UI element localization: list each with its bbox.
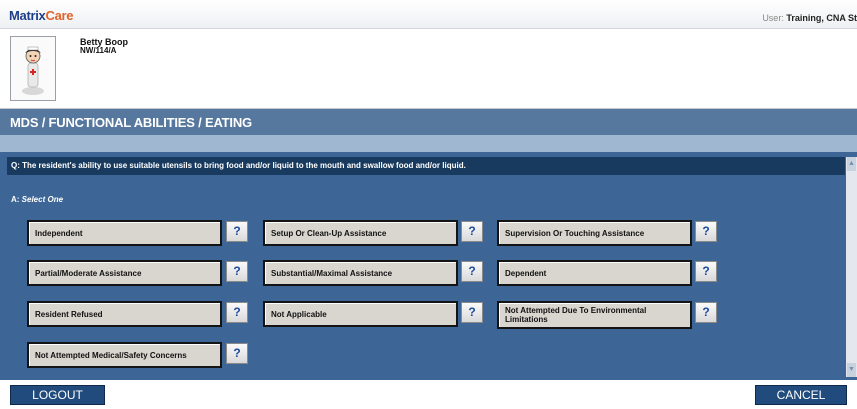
help-icon-not-applicable[interactable]: ? — [461, 302, 483, 323]
help-icon-independent[interactable]: ? — [226, 221, 248, 242]
option-not-applicable[interactable]: Not Applicable — [263, 301, 458, 327]
scroll-up-icon[interactable]: ▲ — [847, 157, 856, 171]
cancel-button[interactable]: CANCEL — [755, 385, 847, 405]
logout-button[interactable]: LOGOUT — [10, 385, 105, 405]
help-icon-setup-clean-up[interactable]: ? — [461, 221, 483, 242]
top-bar: MatrixCare User: Training, CNA St — [0, 0, 857, 29]
option-not-attempted-environmental[interactable]: Not Attempted Due To Environmental Limit… — [497, 301, 692, 329]
vertical-scrollbar[interactable]: ▲ ▼ — [846, 157, 857, 377]
question-text: Q: The resident's ability to use suitabl… — [7, 157, 845, 175]
user-name: Training, CNA St — [786, 13, 857, 23]
resident-header: Betty Boop NW/114/A — [0, 29, 857, 109]
help-icon-substantial-maximal[interactable]: ? — [461, 261, 483, 282]
help-icon-not-attempted-medical-safety[interactable]: ? — [226, 343, 248, 364]
help-icon-supervision[interactable]: ? — [695, 221, 717, 242]
option-resident-refused[interactable]: Resident Refused — [27, 301, 222, 327]
option-substantial-maximal[interactable]: Substantial/Maximal Assistance — [263, 260, 458, 286]
help-icon-partial-moderate[interactable]: ? — [226, 261, 248, 282]
option-independent[interactable]: Independent — [27, 220, 222, 246]
option-not-attempted-medical-safety[interactable]: Not Attempted Medical/Safety Concerns — [27, 342, 222, 368]
section-header: MDS / FUNCTIONAL ABILITIES / EATING — [0, 109, 857, 135]
help-icon-dependent[interactable]: ? — [695, 261, 717, 282]
option-dependent[interactable]: Dependent — [497, 260, 692, 286]
breadcrumb: MDS / FUNCTIONAL ABILITIES / EATING — [10, 115, 252, 130]
option-partial-moderate[interactable]: Partial/Moderate Assistance — [27, 260, 222, 286]
question-panel: Q: The resident's ability to use suitabl… — [0, 152, 857, 380]
header-divider-band — [0, 135, 857, 152]
resident-photo — [10, 36, 56, 101]
footer-bar: LOGOUT CANCEL — [0, 380, 857, 409]
answer-instruction: Select One — [21, 195, 64, 204]
user-label: User: — [762, 13, 787, 23]
logo-text-matrix: Matrix — [9, 8, 46, 23]
logo-text-care: Care — [45, 8, 74, 23]
help-icon-not-attempted-environmental[interactable]: ? — [695, 302, 717, 323]
option-supervision[interactable]: Supervision Or Touching Assistance — [497, 220, 692, 246]
help-icon-resident-refused[interactable]: ? — [226, 302, 248, 323]
answer-prefix: A: — [11, 195, 22, 204]
resident-avatar-icon — [22, 46, 44, 95]
answer-label: A: Select One — [11, 195, 63, 204]
option-setup-clean-up[interactable]: Setup Or Clean-Up Assistance — [263, 220, 458, 246]
scroll-down-icon[interactable]: ▼ — [847, 363, 856, 377]
matrixcare-logo: MatrixCare — [9, 8, 74, 23]
resident-room: NW/114/A — [80, 46, 117, 55]
user-info: User: Training, CNA St — [762, 13, 857, 23]
